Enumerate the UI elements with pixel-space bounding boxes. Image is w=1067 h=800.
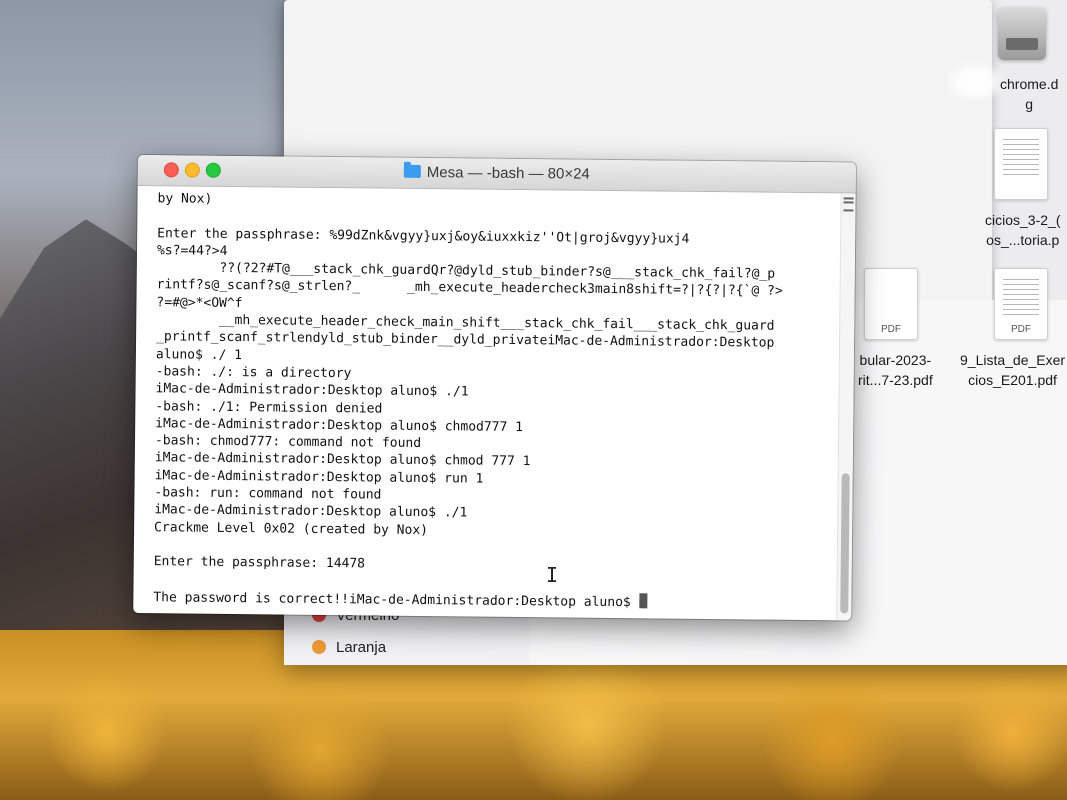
window-title: Mesa — -bash — 80×24 bbox=[426, 164, 590, 183]
pdf-file-icon[interactable]: PDF bbox=[994, 268, 1048, 340]
text-cursor-icon bbox=[639, 593, 648, 609]
file-name-line: cios_E201.pdf bbox=[968, 372, 1057, 388]
file-name-line: 9_Lista_de_Exer bbox=[960, 352, 1066, 368]
pdf-badge: PDF bbox=[881, 324, 901, 335]
scrollbar-thumb[interactable] bbox=[840, 473, 850, 614]
window-title-wrap: Mesa — -bash — 80×24 bbox=[138, 161, 856, 186]
file-label-exercicios[interactable]: cicios_3-2_( os_...toria.p bbox=[985, 210, 1060, 250]
pdf-file-icon[interactable]: PDF bbox=[864, 268, 918, 340]
ibeam-cursor-icon: I bbox=[546, 563, 559, 587]
pdf-badge: PDF bbox=[1011, 324, 1031, 335]
terminal-window[interactable]: Mesa — -bash — 80×24 by Nox) Enter the pa… bbox=[133, 155, 856, 621]
file-name-line: bular-2023- bbox=[859, 352, 932, 368]
file-label-lista[interactable]: 9_Lista_de_Exer cios_E201.pdf bbox=[960, 350, 1065, 390]
orange-tag-dot-icon bbox=[312, 640, 326, 654]
scrollbar-menu-icon[interactable] bbox=[843, 197, 854, 212]
screen-glare bbox=[945, 62, 1005, 102]
document-file-icon[interactable] bbox=[994, 128, 1048, 200]
disk-image-icon[interactable] bbox=[998, 8, 1046, 60]
terminal-output[interactable]: by Nox) Enter the passphrase: %99dZnk&vgy… bbox=[133, 186, 841, 620]
file-name-line: cicios_3-2_( bbox=[985, 212, 1061, 228]
folder-icon bbox=[403, 164, 421, 178]
file-label-chrome[interactable]: chrome.d g bbox=[1000, 74, 1058, 114]
file-label-bular[interactable]: bular-2023- rit...7-23.pdf bbox=[858, 350, 933, 390]
file-name-line: os_...toria.p bbox=[986, 232, 1060, 248]
file-name-line: g bbox=[1025, 96, 1034, 112]
document-lines-icon bbox=[1003, 139, 1039, 179]
file-name-line: rit...7-23.pdf bbox=[858, 372, 933, 388]
sidebar-tag-label: Laranja bbox=[336, 638, 387, 656]
file-name-line: chrome.d bbox=[1000, 76, 1059, 92]
document-lines-icon bbox=[1003, 279, 1039, 319]
sidebar-tag-orange[interactable]: Laranja bbox=[312, 636, 386, 658]
